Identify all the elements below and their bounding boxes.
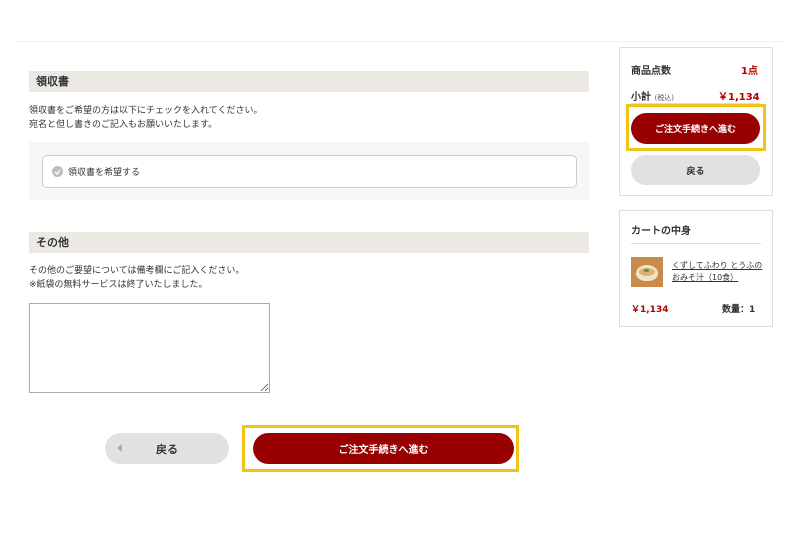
back-button[interactable]: 戻る [105, 433, 229, 464]
subtotal-label-text: 小計 [631, 92, 651, 103]
item-count-value: 1点 [741, 66, 758, 77]
other-instruction-line-1: その他のご要望については備考欄にご記入ください。 [29, 266, 245, 276]
product-thumbnail[interactable] [631, 257, 663, 287]
sidebar-proceed-button[interactable]: ご注文手続きへ進む [631, 113, 760, 144]
receipt-instructions: 領収書をご希望の方は以下にチェックを入れてください。 宛名と但し書きのご記入もお… [29, 105, 589, 132]
remarks-textarea[interactable] [29, 303, 270, 393]
proceed-button-label: ご注文手続きへ進む [338, 445, 429, 456]
receipt-section-heading: 領収書 [29, 71, 589, 92]
other-instruction-line-2: ※紙袋の無料サービスは終了いたしました。 [29, 279, 208, 290]
receipt-request-checkbox[interactable]: 領収書を希望する [42, 155, 577, 188]
cart-title: カートの中身 [631, 226, 691, 237]
check-circle-icon [52, 166, 63, 177]
other-instructions: その他のご要望については備考欄にご記入ください。 ※紙袋の無料サービスは終了いた… [29, 265, 589, 292]
subtotal-value: ￥1,134 [718, 92, 760, 103]
item-quantity: 数量：1 [722, 305, 756, 315]
checkout-options-page: 領収書 領収書をご希望の方は以下にチェックを入れてください。 宛名と但し書きのご… [0, 0, 800, 540]
other-section-heading: その他 [29, 232, 589, 253]
product-name-link[interactable]: くずしてふわり とうふのおみそ汁（10食） [672, 260, 764, 284]
arrow-left-icon [117, 444, 122, 452]
back-button-label: 戻る [156, 442, 178, 456]
proceed-to-checkout-button[interactable]: ご注文手続きへ進む [253, 433, 514, 464]
receipt-instruction-line-1: 領収書をご希望の方は以下にチェックを入れてください。 [29, 106, 263, 116]
sidebar-proceed-label: ご注文手続きへ進む [654, 125, 736, 135]
sidebar-back-label: 戻る [686, 166, 705, 177]
subtotal-tax-note: (税込) [654, 94, 674, 102]
cart-divider [631, 243, 761, 244]
sidebar-back-button[interactable]: 戻る [631, 155, 760, 185]
item-price: ￥1,134 [631, 305, 669, 315]
top-divider [16, 41, 784, 42]
subtotal-label: 小計 (税込) [631, 88, 674, 103]
garnish-shape [644, 269, 649, 272]
item-count-label: 商品点数 [631, 66, 671, 77]
receipt-option-label: 領収書を希望する [68, 168, 141, 178]
receipt-instruction-line-2: 宛名と但し書きのご記入もお願いいたします。 [29, 119, 218, 130]
